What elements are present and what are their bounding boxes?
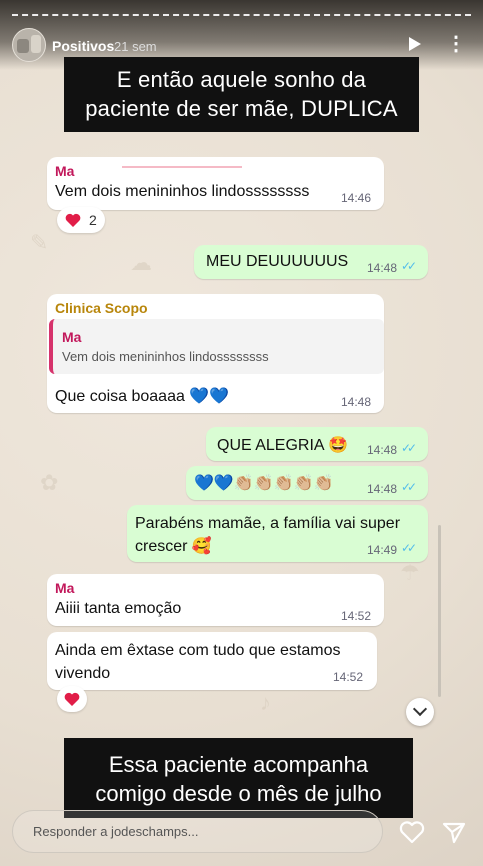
story-progress-bar bbox=[12, 14, 471, 18]
caption-top-line-1: E então aquele sonho da bbox=[116, 67, 367, 92]
reply-placeholder: Responder a jodeschamps... bbox=[33, 824, 199, 839]
message-time: 14:52 bbox=[333, 670, 364, 684]
caption-bottom-line-2: comigo desde o mês de julho bbox=[95, 781, 382, 806]
message-bubble-incoming[interactable]: Ma Vem dois menininhos lindossssssss 14:… bbox=[47, 157, 384, 210]
post-time: 21 sem bbox=[114, 39, 157, 54]
message-bubble-outgoing[interactable]: 💙💙👏🏼👏🏼👏🏼👏🏼👏🏼 14:48 ✓✓ bbox=[186, 466, 428, 500]
message-time: 14:49 bbox=[367, 543, 398, 557]
caption-top: E então aquele sonho da paciente de ser … bbox=[64, 57, 419, 132]
message-time: 14:52 bbox=[341, 609, 372, 623]
message-time: 14:48 bbox=[367, 261, 398, 275]
heart-icon bbox=[65, 213, 81, 227]
message-text: Ainda em êxtase com tudo que estamos viv… bbox=[55, 639, 341, 685]
wallpaper-doodle: ☂ bbox=[400, 560, 420, 585]
send-icon[interactable] bbox=[440, 818, 468, 846]
quoted-message[interactable]: Ma Vem dois menininhos lindossssssss bbox=[49, 319, 384, 374]
chevron-down-icon bbox=[412, 701, 428, 717]
message-text: Vem dois menininhos lindossssssss bbox=[55, 183, 310, 200]
wallpaper-doodle: ♪ bbox=[260, 690, 271, 715]
message-text: Que coisa boaaaa 💙💙 bbox=[55, 388, 230, 405]
message-text-line: Parabéns mamãe, a família vai super bbox=[135, 515, 401, 532]
wallpaper-doodle: ✿ bbox=[40, 470, 59, 495]
reply-input[interactable]: Responder a jodeschamps... bbox=[12, 810, 383, 853]
message-text: QUE ALEGRIA 🤩 bbox=[217, 437, 349, 454]
message-text: Parabéns mamãe, a família vai super cres… bbox=[135, 512, 400, 558]
story-screen: { "header": { "username": "Positivos", "… bbox=[0, 0, 483, 866]
scroll-down-button[interactable] bbox=[406, 698, 434, 726]
scrollbar[interactable] bbox=[438, 525, 441, 697]
wallpaper-doodle: ☁ bbox=[130, 250, 152, 275]
quote-text: Vem dois menininhos lindossssssss bbox=[62, 349, 269, 364]
reaction-count: 2 bbox=[89, 212, 97, 228]
read-ticks-icon: ✓✓ bbox=[401, 441, 417, 455]
play-icon[interactable] bbox=[409, 37, 421, 51]
wallpaper-doodle: ✎ bbox=[30, 230, 49, 255]
quote-sender: Ma bbox=[62, 329, 82, 345]
message-text-line: crescer 🥰 bbox=[135, 538, 212, 555]
message-bubble-incoming[interactable]: Clinica Scopo Ma Vem dois menininhos lin… bbox=[47, 294, 384, 413]
message-text: Aiiii tanta emoção bbox=[55, 600, 182, 617]
caption-bottom-line-1: Essa paciente acompanha bbox=[108, 752, 369, 777]
read-ticks-icon: ✓✓ bbox=[401, 259, 417, 273]
more-icon[interactable]: ⋮ bbox=[446, 34, 466, 54]
read-ticks-icon: ✓✓ bbox=[401, 480, 417, 494]
message-bubble-incoming[interactable]: Ma Aiiii tanta emoção 14:52 bbox=[47, 574, 384, 626]
message-bubble-outgoing[interactable]: QUE ALEGRIA 🤩 14:48 ✓✓ bbox=[206, 427, 428, 461]
sender-name: Clinica Scopo bbox=[55, 300, 148, 316]
message-text: MEU DEUUUUUUS bbox=[206, 253, 349, 270]
message-bubble-outgoing[interactable]: MEU DEUUUUUUS 14:48 ✓✓ bbox=[194, 245, 428, 279]
caption-bottom: Essa paciente acompanha comigo desde o m… bbox=[64, 738, 413, 818]
redacted-mark bbox=[122, 166, 242, 168]
message-text: 💙💙👏🏼👏🏼👏🏼👏🏼👏🏼 bbox=[194, 475, 334, 492]
reaction-badge[interactable]: 2 bbox=[57, 207, 105, 233]
like-heart-icon[interactable] bbox=[398, 818, 426, 846]
heart-icon bbox=[64, 692, 80, 706]
sender-name: Ma bbox=[55, 580, 75, 596]
message-time: 14:48 bbox=[341, 395, 372, 409]
avatar[interactable] bbox=[12, 28, 46, 62]
username[interactable]: Positivos bbox=[52, 38, 114, 54]
reaction-badge[interactable] bbox=[57, 686, 87, 712]
message-bubble-outgoing[interactable]: Parabéns mamãe, a família vai super cres… bbox=[127, 505, 428, 562]
message-time: 14:48 bbox=[367, 443, 398, 457]
message-time: 14:46 bbox=[341, 191, 372, 205]
message-time: 14:48 bbox=[367, 482, 398, 496]
message-text-line: Ainda em êxtase com tudo que estamos bbox=[55, 642, 341, 659]
message-bubble-incoming[interactable]: Ainda em êxtase com tudo que estamos viv… bbox=[47, 632, 377, 690]
message-text-line: vivendo bbox=[55, 665, 111, 682]
read-ticks-icon: ✓✓ bbox=[401, 541, 417, 555]
sender-name: Ma bbox=[55, 163, 75, 179]
caption-top-line-2: paciente de ser mãe, DUPLICA bbox=[85, 96, 398, 121]
